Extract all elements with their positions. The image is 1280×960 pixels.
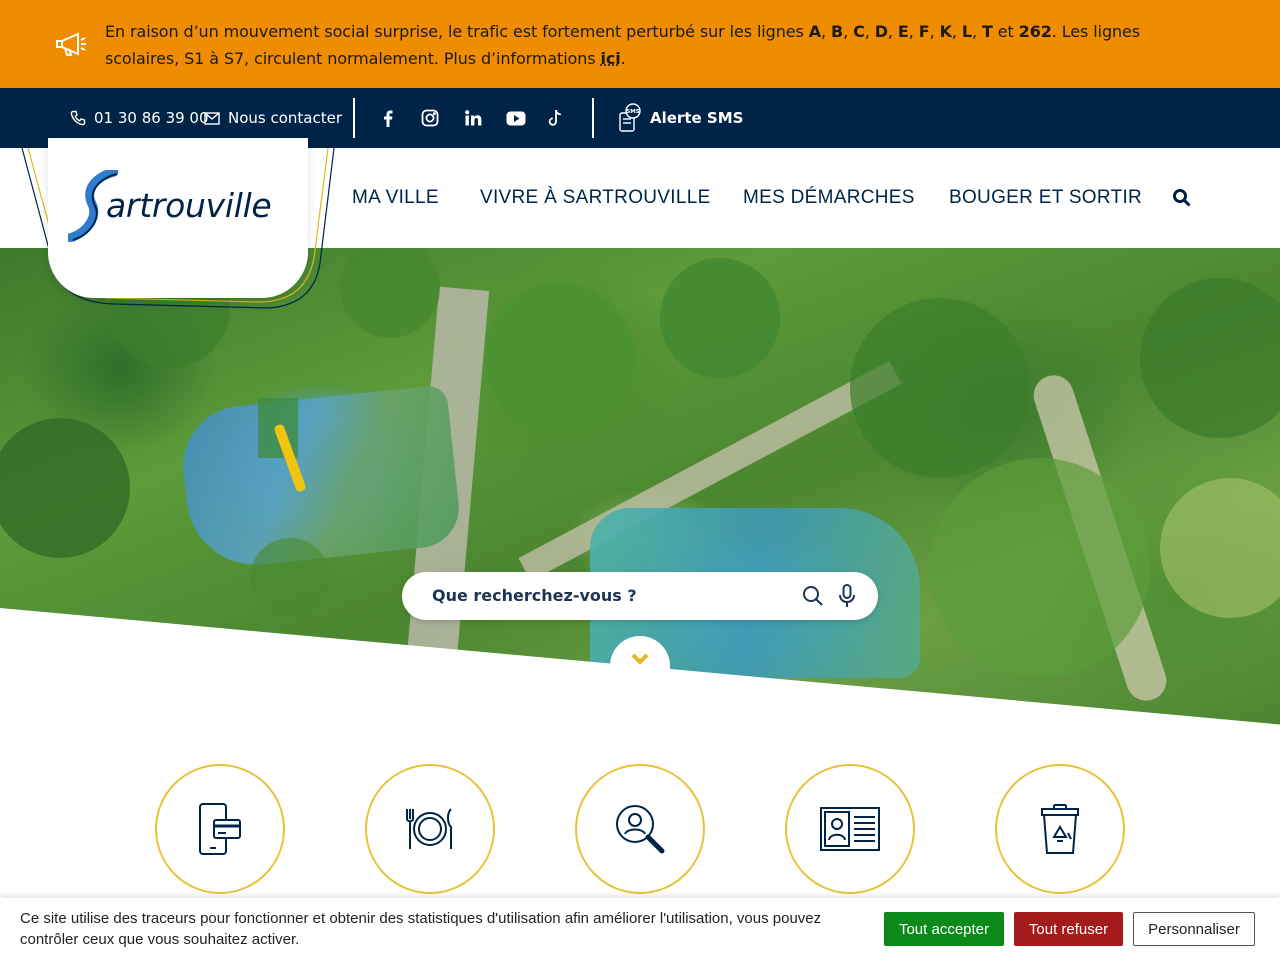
microphone-icon[interactable] (838, 584, 856, 613)
nav-bouger-et-sortir[interactable]: BOUGER ET SORTIR (949, 148, 1142, 248)
nav-vivre-a-sartrouville[interactable]: VIVRE À SARTROUVILLE (480, 148, 711, 248)
cookie-message: Ce site utilise des traceurs pour foncti… (20, 910, 822, 948)
recycle-bin-icon (1041, 804, 1079, 854)
sms-alert-label: Alerte SMS (650, 109, 744, 127)
divider (353, 98, 355, 138)
id-card-icon (820, 807, 880, 851)
chevron-down-icon (631, 653, 649, 665)
search-icon[interactable] (802, 585, 824, 612)
sms-icon-label: SMS (626, 109, 639, 115)
nav-ma-ville[interactable]: MA VILLE (352, 148, 439, 248)
sms-phone-icon: SMS (619, 103, 641, 132)
quick-link-search-person[interactable] (575, 764, 705, 894)
quick-link-restaurant[interactable] (365, 764, 495, 894)
alert-info-link[interactable]: ici (601, 49, 621, 68)
facebook-icon[interactable] (376, 106, 400, 130)
instagram-icon[interactable] (418, 106, 442, 130)
logo-wordmark: artrouville (106, 186, 272, 225)
cookie-banner: Ce site utilise des traceurs pour foncti… (0, 898, 1280, 960)
cookie-customize-button[interactable]: Personnaliser (1133, 912, 1255, 946)
hero-search-bar[interactable]: Que recherchez-vous ? (402, 572, 878, 620)
mail-icon (204, 111, 220, 125)
search-placeholder: Que recherchez-vous ? (432, 586, 637, 605)
payment-icon (199, 803, 241, 855)
restaurant-icon (406, 808, 452, 849)
phone-icon (70, 110, 86, 126)
header-search-icon[interactable] (1172, 188, 1192, 208)
linkedin-icon[interactable] (461, 106, 485, 130)
quick-link-payment[interactable] (155, 764, 285, 894)
logo-badge[interactable]: artrouville (18, 138, 338, 318)
divider (592, 98, 594, 138)
megaphone-icon (54, 30, 88, 58)
cookie-accept-button[interactable]: Tout accepter (884, 912, 1004, 946)
search-person-icon (616, 805, 665, 854)
phone-number: 01 30 86 39 00 (94, 109, 209, 127)
contact-label: Nous contacter (228, 109, 343, 127)
tiktok-icon[interactable] (543, 106, 567, 130)
quick-link-id-card[interactable] (785, 764, 915, 894)
alert-banner: En raison d’un mouvement social surprise… (0, 0, 1280, 88)
alert-text: En raison d’un mouvement social surprise… (105, 22, 1141, 68)
youtube-icon[interactable] (504, 106, 528, 130)
cookie-refuse-button[interactable]: Tout refuser (1014, 912, 1123, 946)
sms-alert-link[interactable]: SMS Alerte SMS (618, 88, 743, 148)
quick-link-recycling[interactable] (995, 764, 1125, 894)
nav-mes-demarches[interactable]: MES DÉMARCHES (743, 148, 915, 248)
